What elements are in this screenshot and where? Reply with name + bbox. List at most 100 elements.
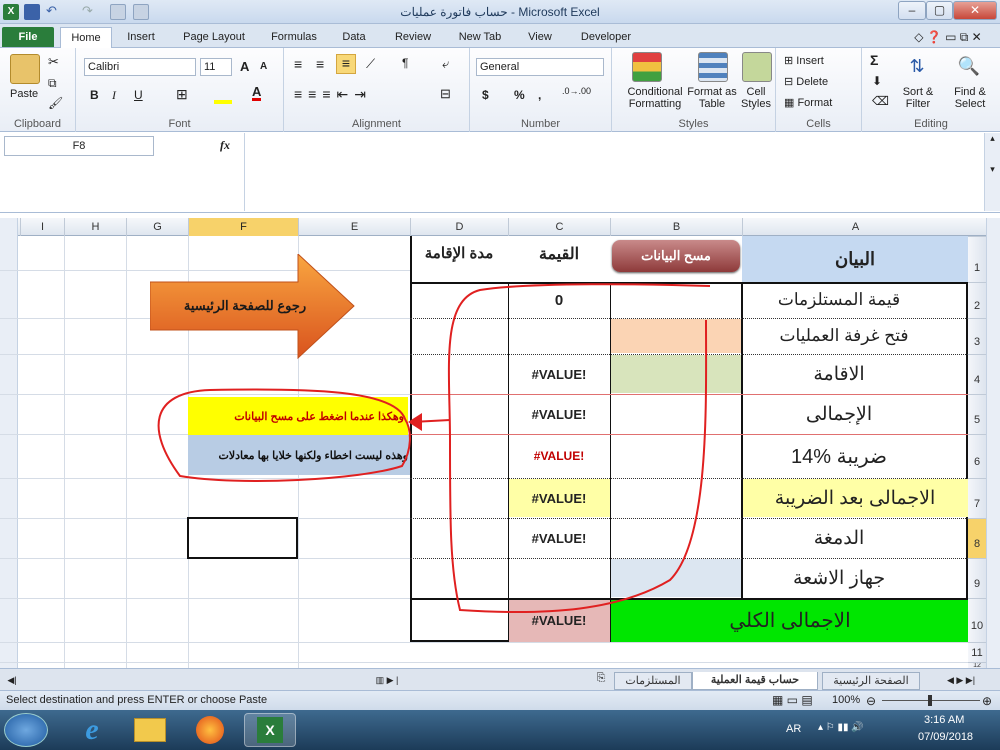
italic-button[interactable]: I — [112, 88, 116, 103]
row-header[interactable]: 2 — [968, 282, 986, 318]
merge-center-icon[interactable]: ⊟ — [440, 86, 451, 102]
maximize-button[interactable]: ▢ — [926, 1, 953, 20]
column-header-c[interactable]: C — [508, 218, 610, 236]
label-stay[interactable]: الاقامة — [744, 354, 934, 394]
delete-cells-button[interactable]: ⊟ Delete — [784, 75, 828, 88]
shrink-font-button[interactable]: A — [260, 61, 267, 72]
clock-date[interactable]: 07/09/2018 — [918, 731, 973, 743]
conditional-formatting-button[interactable]: Conditional Formatting — [620, 86, 690, 110]
row-header[interactable]: 10 — [968, 598, 986, 642]
file-explorer-icon[interactable] — [134, 718, 166, 742]
label-subtotal[interactable]: الإجمالى — [744, 394, 934, 434]
autosum-button[interactable]: Σ — [870, 52, 878, 68]
row-header[interactable]: 11 — [968, 642, 986, 662]
formula-input[interactable] — [244, 133, 984, 211]
label-supplies-value[interactable]: قيمة المستلزمات — [744, 282, 934, 318]
tab-insert[interactable]: Insert — [118, 27, 164, 47]
font-name-select[interactable]: Calibri — [84, 58, 196, 76]
tab-data[interactable]: Data — [334, 27, 374, 47]
format-cells-button[interactable]: ▦ Format — [784, 96, 832, 109]
zoom-in-icon[interactable]: ⊕ — [982, 694, 992, 708]
sheet-tab-main[interactable]: الصفحة الرئيسية — [822, 672, 920, 690]
column-header-d[interactable]: D — [410, 218, 508, 236]
excel-taskbar-icon[interactable]: X — [257, 717, 283, 743]
row-header[interactable]: 3 — [968, 318, 986, 354]
tab-page-layout[interactable]: Page Layout — [174, 27, 254, 47]
header-description[interactable]: البيان — [742, 236, 968, 282]
minimize-button[interactable]: – — [898, 1, 926, 20]
align-middle-icon[interactable]: ≡ — [316, 56, 324, 72]
align-top-icon[interactable]: ≡ — [294, 56, 302, 72]
scroll-left-icon[interactable]: ◀| — [2, 672, 22, 688]
label-tax[interactable]: ضريبة %14 — [744, 434, 934, 478]
clipboard-paste-icon[interactable] — [10, 54, 40, 84]
help-controls[interactable]: ◇ ❓ ▭ ⧉ ✕ — [900, 27, 996, 47]
column-header-a[interactable]: A — [742, 218, 968, 236]
tab-file[interactable]: File — [2, 27, 54, 47]
increase-decimal-icon[interactable]: .0→.00 — [562, 86, 591, 96]
conditional-formatting-icon[interactable] — [632, 52, 662, 82]
hscroll-controls[interactable]: ▥ ▶ | — [362, 672, 412, 688]
clear-data-button[interactable]: مسح البيانات — [612, 240, 740, 272]
column-header-i[interactable]: I — [20, 218, 64, 236]
format-table-icon[interactable] — [698, 52, 728, 82]
insert-sheet-icon[interactable]: ⎘ — [590, 672, 612, 688]
zoom-level[interactable]: 100% — [832, 694, 860, 706]
expand-formula-icon[interactable]: ▴ ▾ — [984, 133, 1000, 211]
fill-color-icon[interactable] — [214, 100, 232, 104]
cut-icon[interactable]: ✂ — [48, 54, 59, 70]
rtl-icon[interactable]: ¶ — [402, 56, 408, 70]
label-stamp[interactable]: الدمغة — [744, 518, 934, 558]
vertical-scrollbar[interactable] — [986, 218, 1000, 668]
find-select-button[interactable]: Find & Select — [948, 86, 992, 110]
zoom-out-icon[interactable]: ⊖ — [866, 694, 876, 708]
firefox-icon[interactable] — [196, 716, 224, 744]
row-header[interactable]: 6 — [968, 434, 986, 478]
header-value[interactable]: القيمة — [508, 236, 610, 282]
row-header[interactable]: 1 — [968, 236, 986, 282]
horizontal-align-icons[interactable]: ≡≡≡⇤⇥ — [294, 86, 372, 103]
paste-button[interactable]: Paste — [10, 88, 38, 100]
currency-button[interactable]: $ — [482, 88, 489, 102]
clock-time[interactable]: 3:16 AM — [924, 714, 964, 726]
underline-button[interactable]: U — [134, 88, 143, 102]
tab-developer[interactable]: Developer — [572, 27, 640, 47]
label-operating-room[interactable]: فتح غرفة العمليات — [744, 318, 944, 354]
fx-icon[interactable]: fx — [220, 138, 230, 153]
row-header[interactable]: 8 — [968, 518, 986, 558]
sheet-tab-supplies[interactable]: المستلزمات — [614, 672, 692, 690]
font-color-icon[interactable]: A — [252, 85, 262, 101]
cell-styles-icon[interactable] — [742, 52, 772, 82]
cell-styles-button[interactable]: Cell Styles — [738, 86, 774, 110]
column-header-e[interactable]: E — [298, 218, 410, 236]
label-xray[interactable]: جهاز الاشعة — [744, 558, 934, 598]
orientation-icon[interactable]: ⟋ — [366, 56, 375, 72]
clear-icon[interactable]: ⌫ — [872, 94, 889, 108]
number-format-select[interactable]: General — [476, 58, 604, 76]
row-header[interactable]: 4 — [968, 354, 986, 394]
sort-filter-icon[interactable]: ⇅ — [902, 52, 932, 82]
font-size-select[interactable]: 11 — [200, 58, 232, 76]
comma-button[interactable]: , — [538, 88, 541, 102]
view-icons[interactable]: ▦ ▭ ▤ — [772, 693, 813, 707]
bold-button[interactable]: B — [90, 88, 99, 102]
borders-icon[interactable]: ⊞ — [176, 86, 188, 103]
zoom-slider-thumb[interactable] — [928, 695, 932, 706]
header-stay-duration[interactable]: مدة الإقامة — [410, 236, 508, 282]
format-painter-icon[interactable]: 🖌 — [48, 96, 63, 110]
column-header-f[interactable]: F — [188, 218, 298, 236]
name-box[interactable]: F8 — [4, 136, 154, 156]
label-total-after-tax[interactable]: الاجمالى بعد الضريبة — [744, 478, 966, 518]
sheet-tab-operation-cost[interactable]: حساب قيمة العملية — [692, 672, 818, 690]
format-table-button[interactable]: Format as Table — [684, 86, 740, 110]
insert-cells-button[interactable]: ⊞ Insert — [784, 54, 824, 67]
column-header-h[interactable]: H — [64, 218, 126, 236]
tab-formulas[interactable]: Formulas — [262, 27, 326, 47]
row-header[interactable]: 9 — [968, 558, 986, 598]
column-header-b[interactable]: B — [610, 218, 742, 236]
tab-home[interactable]: Home — [60, 27, 112, 49]
binoculars-icon[interactable]: 🔍 — [954, 52, 984, 82]
sheet-nav-icons[interactable]: ◀ ▶ ▶| — [926, 672, 996, 688]
internet-explorer-icon[interactable]: e — [66, 713, 118, 747]
tab-review[interactable]: Review — [384, 27, 442, 47]
